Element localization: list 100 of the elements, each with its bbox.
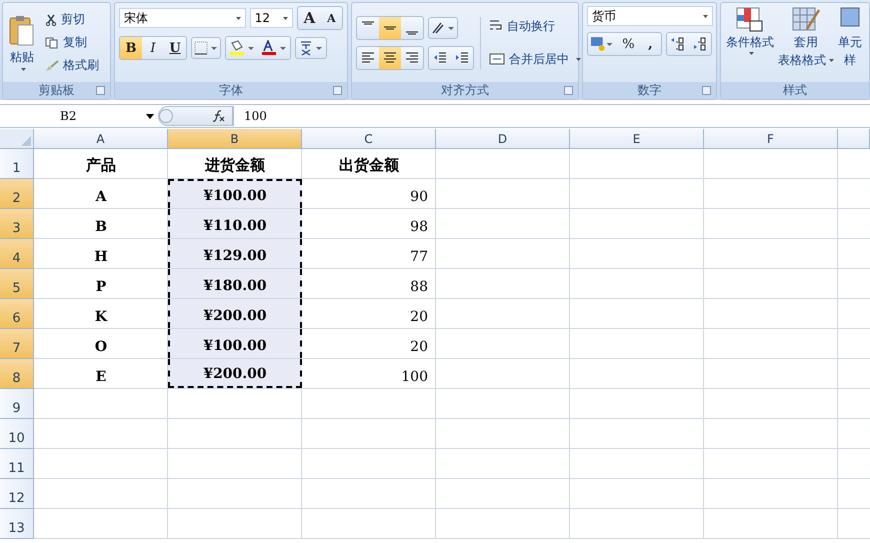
align-lines-icon — [383, 26, 397, 30]
row-header[interactable]: 5 — [0, 269, 34, 299]
row-header[interactable]: 4 — [0, 239, 34, 269]
formula-field[interactable]: 100 — [233, 106, 870, 126]
table-cell-text: 98 — [409, 218, 429, 237]
indent-icon — [455, 52, 469, 63]
selected-cell: ¥100.00 — [168, 179, 302, 208]
cut-button[interactable]: 剪切 — [43, 10, 101, 29]
font-style-button[interactable]: B — [120, 37, 142, 59]
row-header[interactable]: 1 — [0, 149, 34, 179]
row-header[interactable]: 10 — [0, 419, 34, 449]
selected-cell: ¥200.00 — [168, 299, 302, 328]
selected-cell: ¥110.00 — [168, 209, 302, 238]
row-header[interactable]: 3 — [0, 209, 34, 239]
align-lines-icon — [361, 20, 375, 24]
row-header[interactable]: 11 — [0, 449, 34, 479]
column-header[interactable]: E — [570, 129, 704, 149]
merge-center-button[interactable]: 合并后居中 — [487, 50, 583, 68]
caret-icon — [749, 52, 754, 55]
table-format-button[interactable]: 套用 表格格式 — [777, 6, 835, 70]
group-label: 样式 — [783, 82, 807, 99]
table-cell-text: O — [94, 338, 108, 357]
caret-icon — [21, 68, 26, 70]
border-button[interactable] — [191, 37, 221, 59]
copy-button[interactable]: 复制 — [43, 33, 101, 52]
wrap-text-button[interactable]: 自动换行 — [487, 16, 583, 36]
row-header[interactable]: 13 — [0, 509, 34, 539]
column-header[interactable]: F — [704, 129, 838, 149]
table-cell-text: 进货金额 — [204, 155, 266, 176]
splitter-handle[interactable] — [159, 109, 173, 123]
comma-button[interactable]: , — [639, 33, 662, 55]
table-cell-text: 20 — [409, 308, 429, 327]
paste-button[interactable]: 粘贴 — [7, 12, 37, 72]
caret-icon — [236, 16, 241, 20]
selected-cell: ¥200.00 — [168, 359, 302, 388]
table-cell-text: H — [93, 248, 109, 267]
dialog-launcher-icon[interactable] — [702, 86, 711, 95]
shrink-font-button[interactable]: A — [320, 7, 342, 29]
row-header[interactable]: 6 — [0, 299, 34, 329]
row-header[interactable]: 9 — [0, 389, 34, 419]
angled-text-icon — [431, 20, 455, 34]
font-color-icon — [260, 40, 288, 56]
scissors-icon — [45, 14, 57, 26]
copy-icon — [45, 36, 59, 48]
column-header[interactable]: D — [436, 129, 570, 149]
vertical-align-button[interactable] — [379, 16, 401, 38]
group-label: 字体 — [219, 82, 243, 99]
table-cell-text: 产品 — [85, 155, 117, 176]
column-header[interactable]: C — [302, 129, 436, 149]
caret-icon — [829, 59, 834, 62]
horizontal-align-button[interactable] — [379, 46, 401, 68]
group-label: 数字 — [638, 82, 662, 99]
row-header[interactable]: 8 — [0, 359, 34, 389]
border-icon — [194, 41, 218, 55]
function-icon[interactable] — [212, 109, 226, 123]
phonetic-button[interactable] — [295, 37, 327, 59]
cell-styles-button[interactable]: 单元 样 — [837, 6, 863, 70]
dialog-launcher-icon[interactable] — [96, 86, 105, 95]
name-box[interactable]: B2 — [0, 109, 158, 123]
indent-icon — [433, 52, 447, 63]
table-cell-text: E — [94, 368, 108, 387]
selected-cell: ¥100.00 — [168, 329, 302, 358]
brush-icon — [45, 60, 59, 72]
table-cell-text: 出货金额 — [338, 155, 400, 176]
caret-icon — [283, 16, 288, 20]
table-cell-text: 100 — [400, 368, 429, 387]
dialog-launcher-icon[interactable] — [564, 86, 573, 95]
decimal-icon — [670, 37, 686, 51]
column-header[interactable]: B — [168, 129, 302, 149]
orientation-button[interactable] — [428, 16, 458, 38]
align-lines-icon — [405, 52, 419, 63]
grid-brush-icon — [792, 7, 820, 33]
selected-cell: ¥180.00 — [168, 269, 302, 298]
conditional-format-button[interactable]: 条件格式 — [725, 6, 775, 56]
grow-font-button[interactable]: A — [298, 7, 320, 29]
row-header[interactable]: 7 — [0, 329, 34, 359]
font-name-field[interactable]: 宋体 — [119, 8, 246, 28]
format-painter-button[interactable]: 格式刷 — [43, 56, 101, 75]
number-format-field[interactable]: 货币 — [587, 6, 713, 26]
align-lines-icon — [405, 30, 419, 34]
font-style-button[interactable]: U — [164, 37, 186, 59]
percent-button[interactable]: % — [617, 33, 640, 55]
decimal-icon — [692, 37, 708, 51]
corner-triangle-icon — [21, 136, 31, 146]
table-cell-text: A — [94, 188, 108, 207]
align-lines-icon — [383, 52, 397, 63]
table-cell-text: P — [94, 278, 108, 297]
caret-icon — [703, 14, 708, 18]
row-header[interactable]: 12 — [0, 479, 34, 509]
caret-icon — [146, 114, 154, 118]
wrap-text-icon — [489, 20, 503, 32]
column-header[interactable]: A — [34, 129, 168, 149]
row-header[interactable]: 2 — [0, 179, 34, 209]
dialog-launcher-icon[interactable] — [333, 86, 342, 95]
group-label: 剪贴板 — [38, 82, 74, 99]
font-style-button[interactable]: I — [142, 37, 164, 59]
table-cell-text: 20 — [409, 338, 429, 357]
table-cell-text: 90 — [409, 188, 429, 207]
font-size-field[interactable]: 12 — [250, 8, 294, 28]
table-cell-text: B — [94, 218, 108, 237]
